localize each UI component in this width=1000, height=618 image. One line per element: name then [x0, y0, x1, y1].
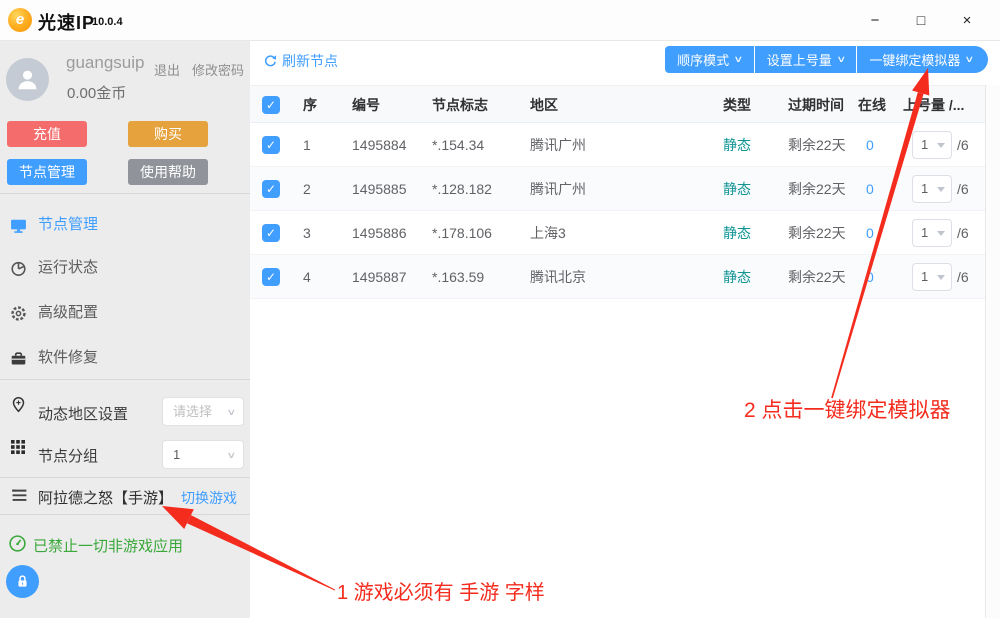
row-checkbox[interactable]: ✓: [262, 136, 280, 154]
slots-select[interactable]: 1: [912, 263, 952, 291]
gear-icon: [10, 305, 27, 322]
title-bar: e 光速IP 10.0.4 − □ ×: [0, 0, 1000, 41]
avatar: [6, 58, 49, 101]
logout-link[interactable]: 退出: [154, 60, 180, 79]
divider: [0, 477, 250, 478]
row-checkbox[interactable]: ✓: [262, 268, 280, 286]
sidebar-item-node-manage[interactable]: 节点管理: [0, 210, 250, 240]
list-icon: [11, 488, 28, 503]
balance: 0.00金币: [67, 82, 126, 103]
sidebar-item-label: 高级配置: [38, 302, 98, 324]
header-id: 编号: [352, 86, 380, 124]
header-region: 地区: [530, 86, 558, 124]
app-logo-icon: e: [8, 8, 32, 32]
buy-button[interactable]: 购买: [128, 121, 208, 147]
divider: [0, 193, 250, 194]
table-row: ✓ 1 1495884 *.154.34 腾讯广州 静态 剩余22天 0 1 /…: [250, 123, 985, 167]
row-checkbox[interactable]: ✓: [262, 180, 280, 198]
header-seq: 序: [303, 86, 317, 124]
dynamic-region-label: 动态地区设置: [38, 403, 128, 424]
sidebar-item-label: 软件修复: [38, 347, 98, 369]
sidebar-item-label: 运行状态: [38, 257, 98, 279]
toolbox-icon: [10, 350, 27, 367]
gauge-icon: [8, 534, 27, 553]
switch-game-link[interactable]: 切换游戏: [181, 488, 237, 508]
check-icon: ✓: [262, 268, 280, 286]
set-slots-button[interactable]: 设置上号量 ∨: [755, 46, 857, 73]
chevron-down-icon: ∨: [965, 54, 975, 65]
region-select[interactable]: 请选择 ∨: [162, 397, 244, 426]
slots-select[interactable]: 1: [912, 175, 952, 203]
pie-chart-icon: [10, 260, 27, 277]
game-block-status: 已禁止一切非游戏应用: [33, 535, 183, 556]
type-badge: 静态: [723, 123, 751, 167]
node-group-select[interactable]: 1 ∨: [162, 440, 244, 469]
node-manage-button[interactable]: 节点管理: [7, 159, 87, 185]
chevron-down-icon: ∨: [227, 407, 237, 418]
sidebar: guangsuip 退出 修改密码 0.00金币 充值 购买 节点管理 使用帮助…: [0, 41, 250, 618]
window-controls: − □ ×: [852, 0, 990, 40]
table-row: ✓ 4 1495887 *.163.59 腾讯北京 静态 剩余22天 0 1 /…: [250, 255, 985, 299]
bind-emulator-button[interactable]: 一键绑定模拟器 ∨: [857, 46, 988, 73]
caret-down-icon: [937, 143, 945, 148]
type-badge: 静态: [723, 255, 751, 299]
person-icon: [15, 67, 40, 92]
monitor-icon: [10, 217, 27, 234]
node-group-label: 节点分组: [38, 445, 98, 466]
table-row: ✓ 3 1495886 *.178.106 上海3 静态 剩余22天 0 1 /…: [250, 211, 985, 255]
divider: [0, 379, 250, 380]
sidebar-item-label: 节点管理: [38, 214, 98, 236]
order-mode-button[interactable]: 顺序模式 ∨: [665, 46, 754, 73]
check-icon: ✓: [262, 224, 280, 242]
check-icon: ✓: [262, 180, 280, 198]
caret-down-icon: [937, 275, 945, 280]
type-badge: 静态: [723, 167, 751, 211]
check-icon: ✓: [262, 96, 280, 114]
refresh-icon: [263, 54, 278, 69]
sidebar-item-run-status[interactable]: 运行状态: [0, 253, 250, 283]
divider: [0, 514, 250, 515]
grid-icon: [10, 439, 26, 455]
maximize-button[interactable]: □: [898, 12, 944, 28]
caret-down-icon: [937, 187, 945, 192]
table-row: ✓ 2 1495885 *.128.182 腾讯广州 静态 剩余22天 0 1 …: [250, 167, 985, 211]
scrollbar-gutter[interactable]: [985, 85, 1000, 618]
header-type: 类型: [723, 86, 751, 124]
sidebar-item-software-repair[interactable]: 软件修复: [0, 343, 250, 373]
current-game-label: 阿拉德之怒【手游】: [38, 487, 173, 508]
lock-icon: [14, 573, 31, 590]
header-expire: 过期时间: [788, 86, 844, 124]
app-version: 10.0.4: [92, 16, 123, 28]
type-badge: 静态: [723, 211, 751, 255]
chevron-down-icon: ∨: [227, 450, 237, 461]
caret-down-icon: [937, 231, 945, 236]
recharge-button[interactable]: 充值: [7, 121, 87, 147]
minimize-button[interactable]: −: [852, 12, 898, 29]
header-online: 在线: [858, 86, 886, 124]
refresh-nodes-link[interactable]: 刷新节点: [263, 51, 338, 71]
chevron-down-icon: ∨: [836, 54, 846, 65]
app-title: 光速IP: [38, 9, 95, 35]
close-button[interactable]: ×: [944, 12, 990, 29]
header-slots: 上号量 /...: [903, 86, 964, 124]
chevron-down-icon: ∨: [734, 54, 744, 65]
table-header: ✓ 序 编号 节点标志 地区 类型 过期时间 在线 上号量 /...: [250, 85, 985, 123]
check-icon: ✓: [262, 136, 280, 154]
slots-select[interactable]: 1: [912, 131, 952, 159]
header-mark: 节点标志: [432, 86, 488, 124]
username: guangsuip: [66, 53, 144, 73]
toolbar-button-group: 顺序模式 ∨ 设置上号量 ∨ 一键绑定模拟器 ∨: [665, 46, 988, 73]
sidebar-item-advanced-config[interactable]: 高级配置: [0, 298, 250, 328]
select-all-checkbox[interactable]: ✓: [262, 96, 280, 114]
slots-select[interactable]: 1: [912, 219, 952, 247]
row-checkbox[interactable]: ✓: [262, 224, 280, 242]
help-button[interactable]: 使用帮助: [128, 159, 208, 185]
lock-button[interactable]: [6, 565, 39, 598]
main-panel: 刷新节点 顺序模式 ∨ 设置上号量 ∨ 一键绑定模拟器 ∨ ✓ 序 编号 节点标…: [250, 41, 1000, 618]
change-password-link[interactable]: 修改密码: [192, 60, 244, 79]
location-pin-icon: [10, 396, 27, 413]
